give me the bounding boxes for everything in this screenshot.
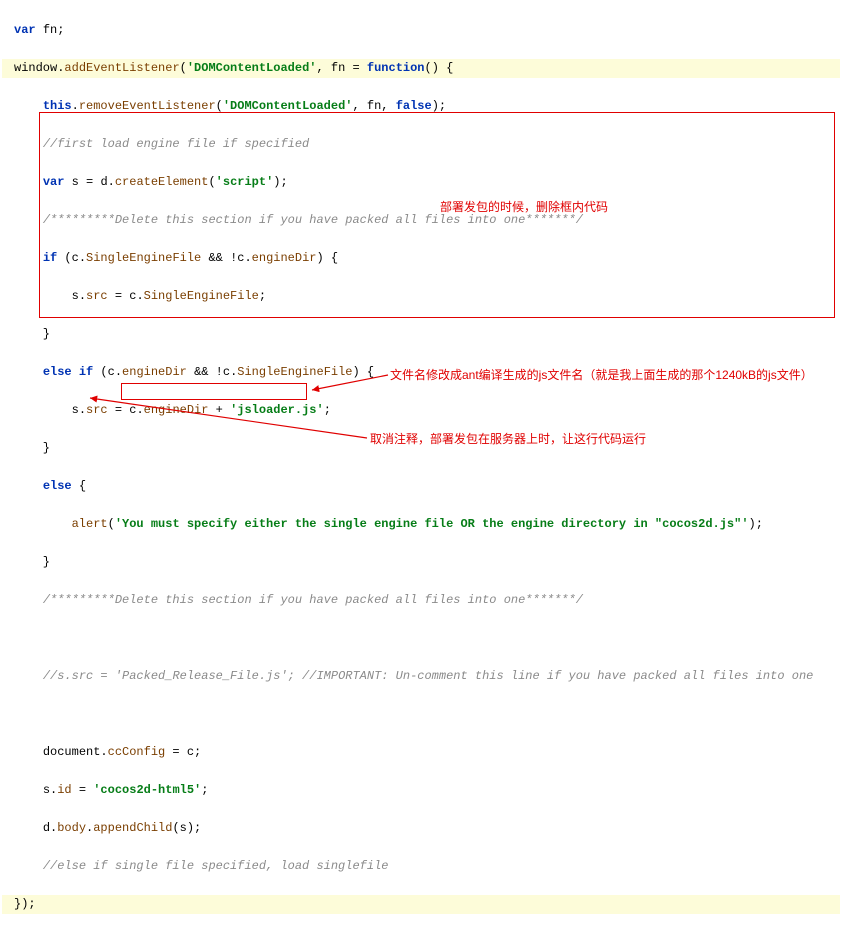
code-line — [2, 629, 840, 648]
code-line: if (c.SingleEngineFile && !c.engineDir) … — [2, 249, 840, 268]
code-line: //first load engine file if specified — [2, 135, 840, 154]
code-editor[interactable]: var fn; window.addEventListener('DOMCont… — [2, 2, 840, 933]
code-line-highlighted: window.addEventListener('DOMContentLoade… — [2, 59, 840, 78]
code-line: s.src = c.engineDir + 'jsloader.js'; — [2, 401, 840, 420]
code-line: } — [2, 553, 840, 572]
code-line: document.ccConfig = c; — [2, 743, 840, 762]
keyword-var: var — [14, 23, 36, 37]
code-line: else if (c.engineDir && !c.SingleEngineF… — [2, 363, 840, 382]
code-line — [2, 705, 840, 724]
code-line: alert('You must specify either the singl… — [2, 515, 840, 534]
code-line-highlighted: }); — [2, 895, 840, 914]
code-line: } — [2, 439, 840, 458]
code-line: this.removeEventListener('DOMContentLoad… — [2, 97, 840, 116]
code-line: var fn; — [2, 21, 840, 40]
code-line: /*********Delete this section if you hav… — [2, 211, 840, 230]
code-line: //else if single file specified, load si… — [2, 857, 840, 876]
code-line: } — [2, 325, 840, 344]
code-line: d.body.appendChild(s); — [2, 819, 840, 838]
code-line: s.id = 'cocos2d-html5'; — [2, 781, 840, 800]
code-line: else { — [2, 477, 840, 496]
code-line: var s = d.createElement('script'); — [2, 173, 840, 192]
code-line: s.src = c.SingleEngineFile; — [2, 287, 840, 306]
code-line: //s.src = 'Packed_Release_File.js'; //IM… — [2, 667, 840, 686]
code-line: /*********Delete this section if you hav… — [2, 591, 840, 610]
